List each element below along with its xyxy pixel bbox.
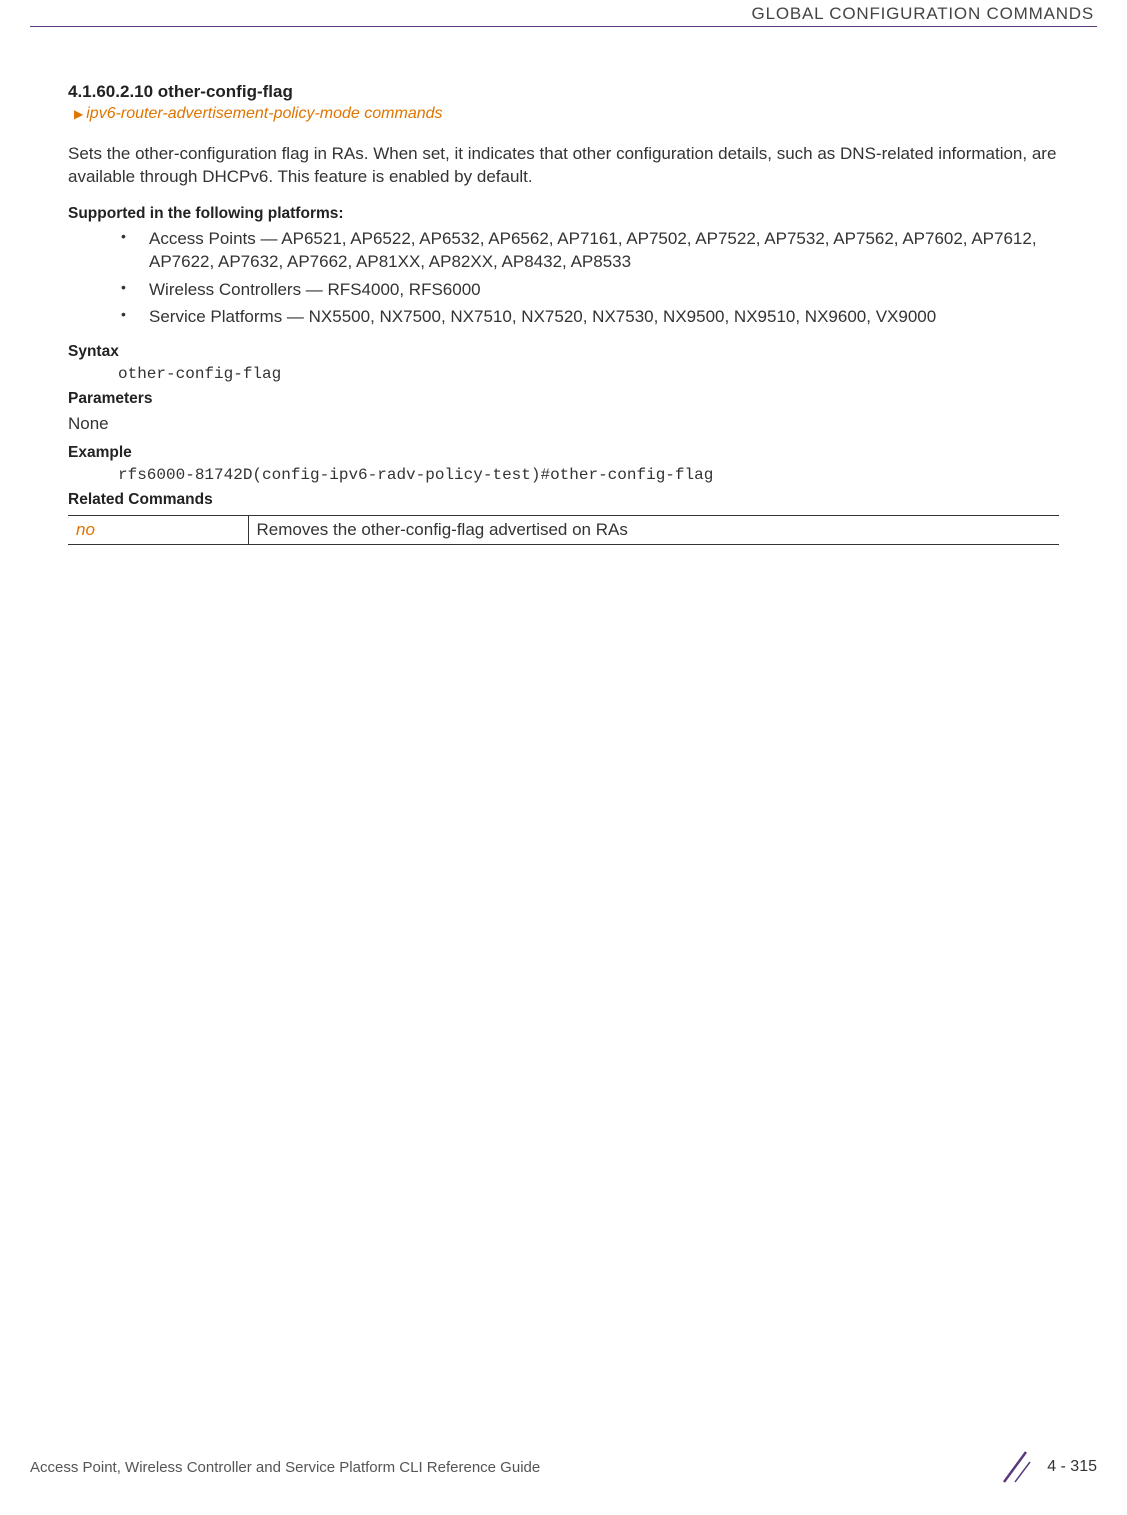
parameters-value: None [68,414,1059,434]
supported-platforms-list: Access Points — AP6521, AP6522, AP6532, … [121,227,1059,329]
related-commands-heading: Related Commands [68,491,1059,509]
example-code: rfs6000-81742D(config-ipv6-radv-policy-t… [118,466,1059,484]
list-item: Access Points — AP6521, AP6522, AP6532, … [121,227,1059,274]
header-rule [30,26,1097,27]
section-description: Sets the other-configuration flag in RAs… [68,143,1059,189]
related-commands-table: no Removes the other-config-flag adverti… [68,515,1059,545]
breadcrumb-text: ipv6-router-advertisement-policy-mode co… [86,105,442,123]
syntax-code: other-config-flag [118,365,1059,383]
parameters-heading: Parameters [68,390,1059,408]
slash-logo-icon [997,1449,1033,1485]
triangle-right-icon: ▶ [74,107,83,121]
section-heading: 4.1.60.2.10 other-config-flag [68,82,1059,102]
table-row: no Removes the other-config-flag adverti… [68,515,1059,544]
list-item: Wireless Controllers — RFS4000, RFS6000 [121,278,1059,301]
supported-heading: Supported in the following platforms: [68,205,1059,223]
breadcrumb-link[interactable]: ▶ ipv6-router-advertisement-policy-mode … [74,105,1059,123]
example-heading: Example [68,444,1059,462]
syntax-heading: Syntax [68,343,1059,361]
footer-guide-title: Access Point, Wireless Controller and Se… [30,1459,540,1476]
page-number: 4 - 315 [1047,1458,1097,1476]
main-content: 4.1.60.2.10 other-config-flag ▶ ipv6-rou… [68,82,1059,545]
page-header-title: GLOBAL CONFIGURATION COMMANDS [752,4,1094,24]
page-footer: Access Point, Wireless Controller and Se… [30,1449,1097,1485]
related-command-desc: Removes the other-config-flag advertised… [248,515,1059,544]
footer-right: 4 - 315 [997,1449,1097,1485]
list-item: Service Platforms — NX5500, NX7500, NX75… [121,305,1059,328]
related-command-name[interactable]: no [68,515,248,544]
